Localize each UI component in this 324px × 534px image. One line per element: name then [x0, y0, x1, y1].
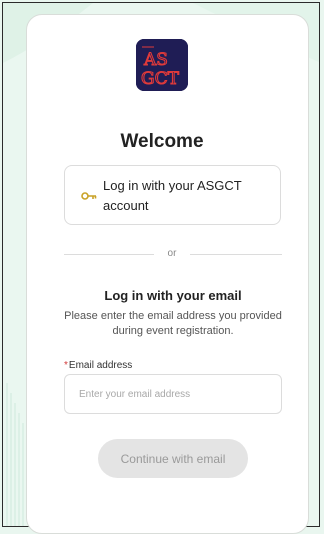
email-field-label-text: Email address	[68, 360, 133, 371]
email-input[interactable]	[64, 374, 282, 414]
asgct-login-button[interactable]: Log in with your ASGCT account	[64, 165, 281, 225]
divider-or-text: or	[167, 248, 177, 259]
divider-right	[190, 254, 282, 255]
logo-text-top: AS	[143, 50, 168, 70]
logo-text-bottom: GCT	[141, 69, 180, 89]
key-icon	[81, 188, 97, 206]
email-field-label: *Email address	[64, 360, 132, 371]
required-mark: *	[64, 360, 68, 371]
page-title: Welcome	[120, 131, 204, 152]
email-login-description: Please enter the email address you provi…	[64, 310, 282, 337]
logo-mark: AS GCT	[136, 39, 188, 91]
asgct-logo: AS GCT	[136, 39, 188, 91]
divider-left	[64, 254, 154, 255]
continue-with-email-button[interactable]: Continue with email	[98, 439, 248, 478]
email-login-title: Log in with your email	[104, 288, 242, 303]
asgct-login-label: Log in with your ASGCT account	[103, 178, 242, 213]
